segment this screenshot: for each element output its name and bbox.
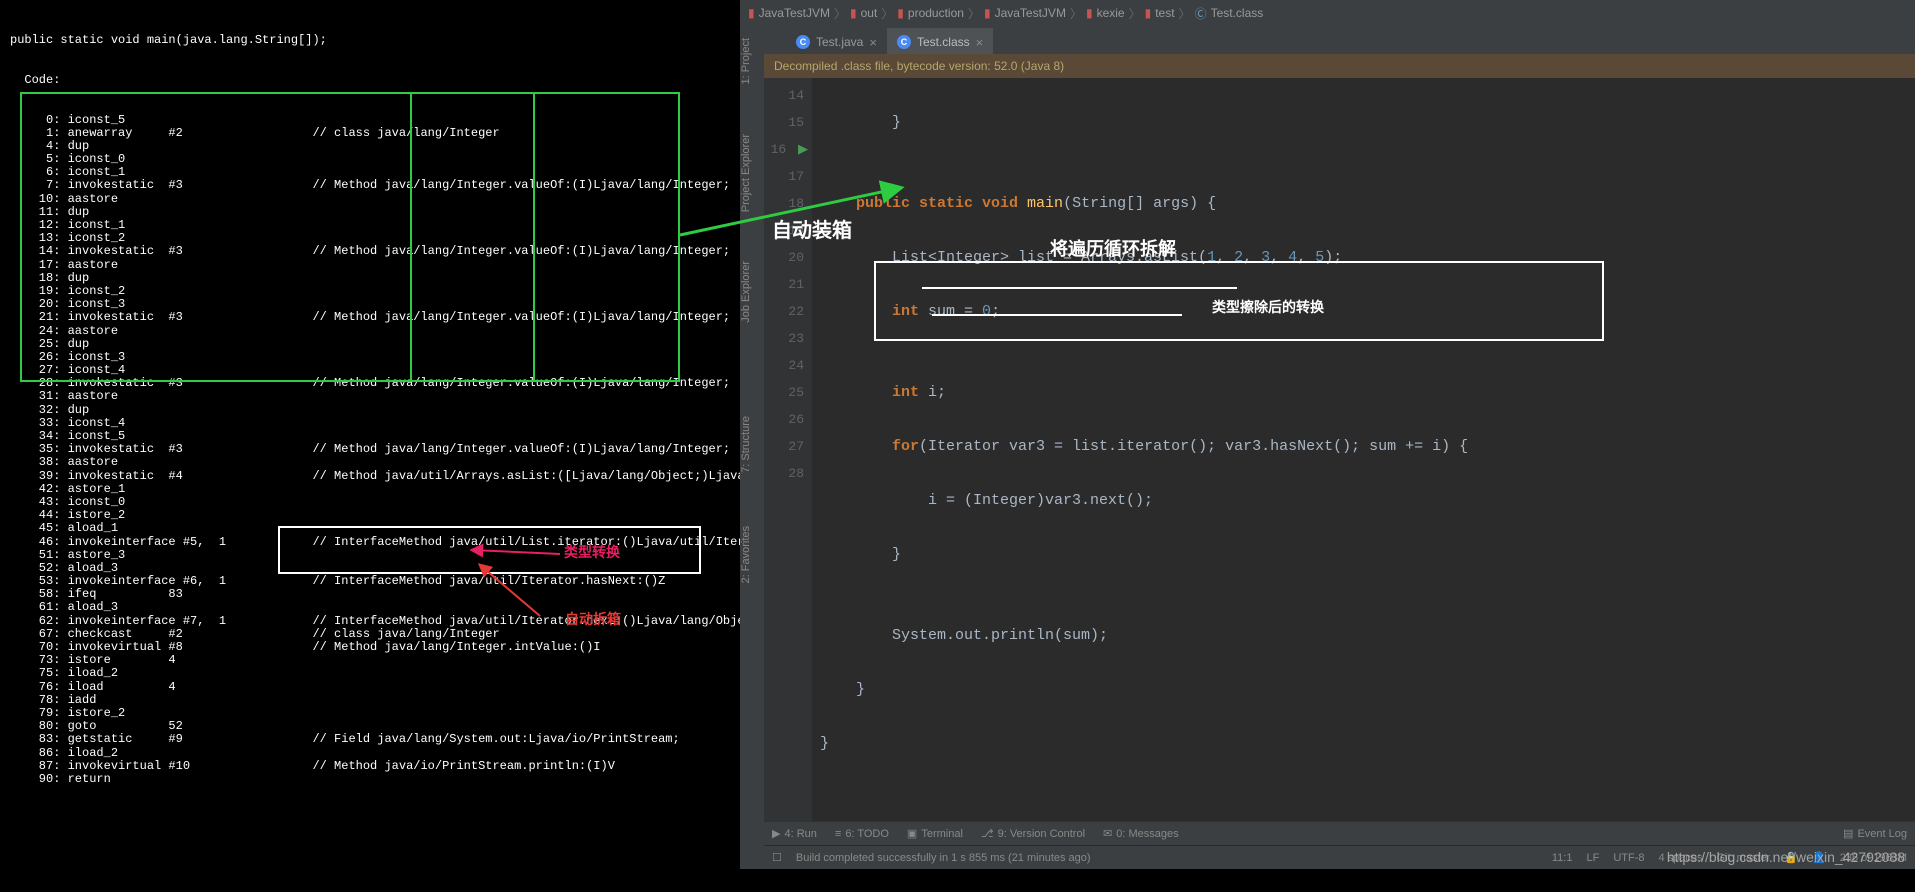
status-line-sep[interactable]: LF [1586,852,1599,864]
tool-vcs[interactable]: ⎇ 9: Version Control [981,827,1085,840]
close-icon[interactable]: × [869,35,877,50]
bytecode-line: 31: aastore [10,390,730,403]
tool-terminal[interactable]: ▣ Terminal [907,827,963,840]
close-icon[interactable]: × [976,35,984,50]
bytecode-line: 61: aload_3 [10,601,730,614]
bytecode-line: 35: invokestatic #3 // Method java/lang/… [10,443,730,456]
bytecode-line: 58: ifeq 83 [10,588,730,601]
class-icon: C [897,35,911,49]
breadcrumb-item[interactable]: JavaTestJVM [995,6,1066,20]
bytecode-line: 90: return [10,773,730,786]
tab-test-java[interactable]: C Test.java × [786,28,887,54]
bytecode-line: 39: invokestatic #4 // Method java/util/… [10,470,730,483]
breadcrumb-sep: 〉 [1179,5,1191,22]
bytecode-line: 83: getstatic #9 // Field java/lang/Syst… [10,733,730,746]
tool-run[interactable]: ▶ 4: Run [772,827,817,840]
annotation-line [533,92,535,382]
annotation-box-typecast [278,526,701,574]
tab-label: Test.java [816,35,863,49]
tool-project[interactable]: 1: Project [740,38,752,84]
tool-messages[interactable]: ✉ 0: Messages [1103,827,1179,840]
folder-icon: ▮ [897,6,904,20]
code-editor[interactable]: } public static void main(String[] args)… [812,78,1915,821]
bytecode-line: 78: iadd [10,694,730,707]
status-build-icon: ☐ [772,851,782,864]
bytecode-line: 32: dup [10,404,730,417]
status-caret-pos[interactable]: 11:1 [1552,852,1573,864]
breadcrumb-item[interactable]: test [1155,6,1174,20]
bytecode-line: 44: istore_2 [10,509,730,522]
folder-icon: ▮ [748,6,755,20]
bytecode-line: 75: iload_2 [10,667,730,680]
bytecode-code-label: Code: [10,74,730,87]
annotation-line [410,92,412,382]
status-build: Build completed successfully in 1 s 855 … [796,852,1091,864]
tab-test-class[interactable]: C Test.class × [887,28,993,54]
folder-icon: ▮ [850,6,857,20]
bytecode-line: 42: astore_1 [10,483,730,496]
bytecode-line: 38: aastore [10,456,730,469]
run-icon[interactable]: ▶ [798,142,808,157]
tab-label: Test.class [917,35,970,49]
bytecode-line: 62: invokeinterface #7, 1 // InterfaceMe… [10,615,730,628]
bottom-tool-bar: ▶ 4: Run ≡ 6: TODO ▣ Terminal ⎇ 9: Versi… [764,821,1915,845]
breadcrumb-item[interactable]: Test.class [1211,6,1264,20]
ide-panel: ▮ JavaTestJVM 〉 ▮ out 〉 ▮ production 〉 ▮ JavaTe… [740,0,1915,869]
editor-tabs: C Test.java × C Test.class × [764,26,1915,54]
class-icon: C [796,35,810,49]
bytecode-panel: public static void main(java.lang.String… [0,0,740,869]
breadcrumb-sep: 〉 [834,5,846,22]
bytecode-header: public static void main(java.lang.String… [10,34,730,47]
status-encoding[interactable]: UTF-8 [1613,852,1644,864]
breadcrumb-sep: 〉 [968,5,980,22]
tool-event-log[interactable]: ▤ Event Log [1843,827,1907,840]
breadcrumb-item[interactable]: kexie [1097,6,1125,20]
line-gutter: 14 15 16 ▶ 17 18 19 20 21 22 23 24 25 26… [764,78,812,821]
bytecode-line: 76: iload 4 [10,681,730,694]
tool-project-explorer[interactable]: Project Explorer [740,134,752,212]
breadcrumb-sep: 〉 [1129,5,1141,22]
annotation-box-loop [874,261,1604,341]
tool-favorites[interactable]: 2: Favorites [740,526,752,583]
breadcrumb-item[interactable]: JavaTestJVM [759,6,830,20]
decompile-info: Decompiled .class file, bytecode version… [764,54,1915,78]
bytecode-line: 87: invokevirtual #10 // Method java/io/… [10,760,730,773]
folder-icon: ▮ [1145,6,1152,20]
folder-icon: ▮ [984,6,991,20]
left-tool-stripe: 1: Project Project Explorer Job Explorer… [740,26,764,869]
class-icon: Ⓒ [1195,5,1207,22]
bytecode-line: 86: iload_2 [10,747,730,760]
bytecode-line: 73: istore 4 [10,654,730,667]
tool-structure[interactable]: 7: Structure [740,416,752,473]
annotation-box-autoboxing [20,92,680,382]
breadcrumb-item[interactable]: out [861,6,878,20]
tool-todo[interactable]: ≡ 6: TODO [835,828,889,840]
breadcrumb-item[interactable]: production [908,6,964,20]
breadcrumb-sep: 〉 [881,5,893,22]
tool-job-explorer[interactable]: Job Explorer [740,261,752,323]
folder-icon: ▮ [1086,6,1093,20]
watermark: https://blog.csdn.net/weixin_42792088 [1667,849,1905,865]
breadcrumbs: ▮ JavaTestJVM 〉 ▮ out 〉 ▮ production 〉 ▮ JavaTe… [740,0,1915,26]
breadcrumb-sep: 〉 [1070,5,1082,22]
